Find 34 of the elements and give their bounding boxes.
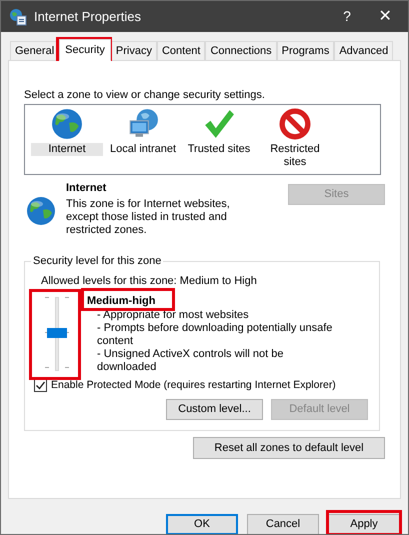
tab[interactable]: Programs bbox=[276, 41, 334, 60]
window-title: Internet Properties bbox=[34, 8, 141, 26]
zone-title: Internet bbox=[66, 181, 108, 195]
no-entry-icon bbox=[279, 108, 311, 140]
level-button[interactable]: Custom level... bbox=[166, 398, 263, 420]
tab[interactable]: Security bbox=[59, 39, 111, 61]
tab[interactable]: Connections bbox=[205, 41, 277, 60]
group-legend: Security level for this zone bbox=[31, 254, 164, 268]
app-icon bbox=[9, 8, 27, 26]
dialog-button[interactable]: Cancel bbox=[247, 514, 319, 534]
tab[interactable]: Privacy bbox=[110, 41, 157, 60]
checkbox[interactable] bbox=[34, 379, 47, 392]
close-button[interactable]: ✕ bbox=[362, 4, 408, 28]
allowed-levels: Allowed levels for this zone: Medium to High bbox=[41, 274, 258, 288]
level-name: Medium-high bbox=[87, 294, 156, 308]
reset-zones-button[interactable]: Reset all zones to default level bbox=[193, 437, 385, 459]
zone-item[interactable]: Restricted sites bbox=[259, 143, 331, 169]
check-mark-icon bbox=[203, 108, 235, 140]
help-button[interactable]: ? bbox=[332, 6, 362, 27]
tab[interactable]: Advanced bbox=[334, 41, 394, 60]
zone-prompt: Select a zone to view or change security settings. bbox=[24, 88, 266, 102]
level-detail: - Unsigned ActiveX controls will not be downloaded bbox=[97, 348, 284, 374]
zone-item[interactable]: Local intranet bbox=[107, 143, 179, 156]
zone-item[interactable]: Trusted sites bbox=[183, 143, 255, 156]
zone-description: This zone is for Internet websites, except those listed in trusted and restricted zones. bbox=[66, 198, 231, 237]
checkbox-label: Enable Protected Mode (requires restarting Internet Explorer) bbox=[51, 378, 336, 393]
dialog-button[interactable]: OK bbox=[166, 514, 238, 534]
globe-icon bbox=[26, 196, 56, 226]
level-detail: - Prompts before downloading potentially unsafe content bbox=[97, 322, 334, 348]
tab[interactable]: Content bbox=[156, 41, 206, 60]
network-computer-icon bbox=[127, 108, 159, 140]
globe-icon bbox=[51, 108, 83, 140]
dialog-button[interactable]: Apply bbox=[328, 514, 400, 534]
zone-item[interactable]: Internet bbox=[31, 143, 103, 156]
